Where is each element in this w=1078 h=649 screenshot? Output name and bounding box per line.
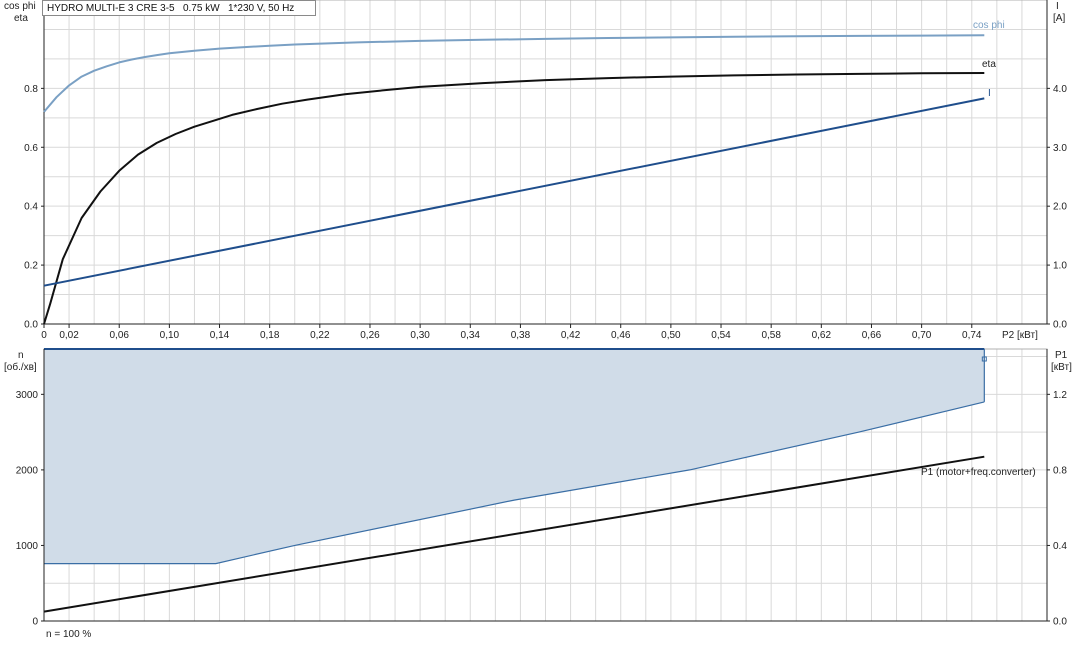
- series-label-cos-phi: cos phi: [973, 20, 1005, 31]
- top-left-tick-label: 0.8: [24, 84, 38, 95]
- series-label-current: I: [988, 88, 991, 99]
- top-right-tick-label: 1.0: [1053, 261, 1067, 272]
- top-x-tick-label: 0,66: [862, 330, 882, 341]
- top-x-tick-label: 0,54: [711, 330, 731, 341]
- bottom-left-tick-label: 0: [32, 617, 38, 628]
- top-x-tick-label: 0,70: [912, 330, 932, 341]
- top-right-tick-label: 2.0: [1053, 202, 1067, 213]
- chart-title: HYDRO MULTI-E 3 CRE 3-5 0.75 kW 1*230 V,…: [42, 0, 316, 16]
- pump-performance-chart: 0.0 0.2 0.4 0.6 0.8 0.0 1.0 2.0 3.0 4.0 0 0,02 0,06 0…: [4, 0, 1072, 640]
- top-right-tick-label: 3.0: [1053, 143, 1067, 154]
- top-left-tick-label: 0.0: [24, 320, 38, 331]
- top-left-axis-label-2: eta: [14, 13, 28, 24]
- top-x-tick-label: 0,42: [561, 330, 581, 341]
- top-x-tick-label: 0,06: [109, 330, 129, 341]
- top-left-tick-label: 0.6: [24, 143, 38, 154]
- bottom-left-tick-label: 2000: [16, 465, 39, 476]
- bottom-right-tick-label: 0.4: [1053, 541, 1067, 552]
- top-x-tick-label: 0,26: [360, 330, 380, 341]
- speed-range-area: [44, 349, 985, 564]
- top-x-tick-label: 0,14: [210, 330, 230, 341]
- bottom-left-axis-label-2: [об./хв]: [4, 361, 37, 373]
- top-x-tick-label: 0: [41, 330, 47, 341]
- top-x-tick-label: 0,10: [160, 330, 180, 341]
- top-x-tick-label: 0,46: [611, 330, 631, 341]
- series-label-p1: P1 (motor+freq.converter): [921, 467, 1036, 478]
- top-left-tick-label: 0.2: [24, 261, 38, 272]
- bottom-right-axis-label-2: [кВт]: [1051, 362, 1072, 373]
- top-x-tick-label: 0,30: [410, 330, 430, 341]
- series-label-eta: eta: [982, 59, 996, 70]
- bottom-right-tick-label: 0.8: [1053, 465, 1067, 476]
- top-right-axis-label-1: I: [1056, 1, 1059, 12]
- top-x-tick-label: 0,38: [511, 330, 531, 341]
- top-right-tick-label: 4.0: [1053, 84, 1067, 95]
- top-left-axis-label-1: cos phi: [4, 1, 36, 12]
- bottom-series-group: [43, 348, 987, 613]
- top-right-axis-label-2: [A]: [1053, 13, 1065, 24]
- top-x-tick-label: 0,50: [661, 330, 681, 341]
- top-x-tick-label: 0,34: [461, 330, 481, 341]
- top-right-tick-label: 0.0: [1053, 320, 1067, 331]
- bottom-left-axis-label-1: n: [18, 350, 24, 361]
- bottom-left-tick-label: 1000: [16, 541, 39, 552]
- top-x-tick-label: 0,02: [59, 330, 79, 341]
- top-panel: 0.0 0.2 0.4 0.6 0.8 0.0 1.0 2.0 3.0 4.0 0 0,02 0,06 0…: [4, 0, 1067, 341]
- bottom-panel: 0 1000 2000 3000 0.0 0.4 0.8 1.2 n [об./хв] P1 …: [4, 348, 1072, 640]
- top-series-group: [43, 34, 985, 325]
- top-left-tick-label: 0.4: [24, 202, 38, 213]
- top-x-axis-label: P2 [кВт]: [1002, 330, 1038, 341]
- bottom-right-tick-label: 0.0: [1053, 617, 1067, 628]
- eta-line: [43, 72, 985, 325]
- current-line: [43, 97, 985, 287]
- top-x-tick-label: 0,22: [310, 330, 330, 341]
- bottom-right-tick-label: 1.2: [1053, 390, 1067, 401]
- top-grid: [44, 0, 1047, 324]
- speed-note: n = 100 %: [46, 629, 91, 640]
- top-x-tick-label: 0,58: [761, 330, 781, 341]
- top-x-tick-label: 0,74: [962, 330, 982, 341]
- top-x-tick-label: 0,18: [260, 330, 280, 341]
- top-x-tick-label: 0,62: [812, 330, 832, 341]
- bottom-left-tick-label: 3000: [16, 390, 39, 401]
- bottom-right-axis-label-1: P1: [1055, 350, 1068, 361]
